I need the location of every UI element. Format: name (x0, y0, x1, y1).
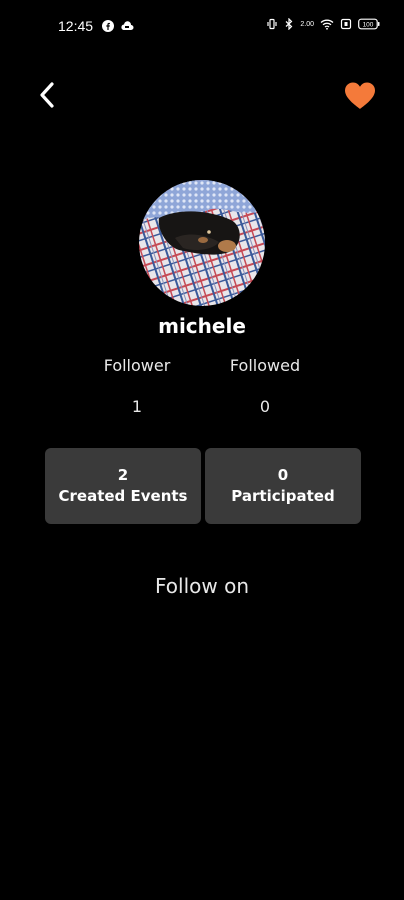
followed-count: 0 (259, 397, 271, 416)
favorite-button[interactable] (340, 78, 380, 114)
vibrate-icon (267, 18, 277, 30)
facebook-icon (102, 20, 114, 32)
participated-card[interactable]: 0 Participated (205, 448, 361, 524)
status-time: 12:45 (58, 18, 94, 34)
status-left-icons (102, 20, 134, 32)
followed-stat[interactable]: Followed 0 (205, 356, 325, 416)
follower-stat[interactable]: Follower 1 (77, 356, 197, 416)
followed-label: Followed (229, 356, 301, 375)
wifi-icon (320, 19, 334, 30)
battery-icon: 100 (358, 18, 380, 30)
follower-label: Follower (103, 356, 171, 375)
created-events-card[interactable]: 2 Created Events (45, 448, 201, 524)
back-button[interactable] (30, 78, 64, 112)
avatar (139, 180, 265, 306)
follower-count: 1 (131, 397, 143, 416)
battery-level: 100 (363, 22, 374, 29)
status-bar: 12:45 2.00 100 (0, 0, 404, 56)
heart-icon (345, 82, 375, 109)
username: michele (158, 314, 246, 338)
participated-count: 0 (277, 466, 289, 484)
created-events-label: Created Events (58, 487, 188, 505)
bluetooth-icon (285, 18, 293, 30)
cloud-icon (121, 21, 134, 30)
data-speed-icon: 2.00 (300, 20, 314, 28)
created-events-count: 2 (117, 466, 129, 484)
follow-on-heading: Follow on (154, 574, 249, 598)
participated-label: Participated (231, 487, 335, 505)
status-right-icons: 2.00 100 (266, 18, 380, 30)
sim-icon (340, 18, 352, 30)
avatar-photo (139, 180, 265, 306)
chevron-left-icon (40, 82, 54, 108)
